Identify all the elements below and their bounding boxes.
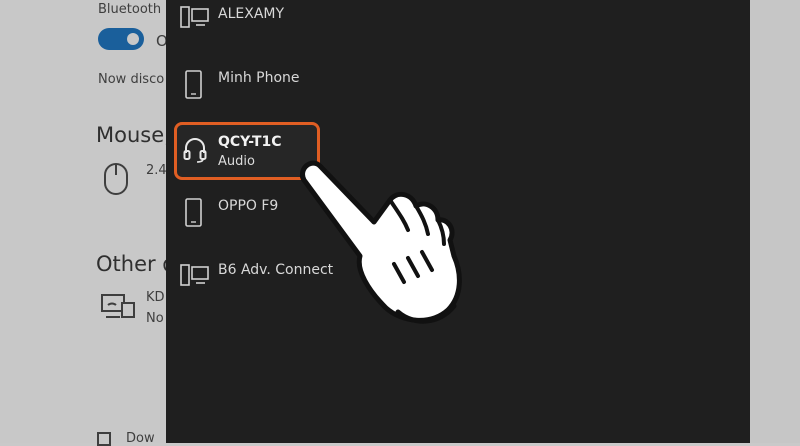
headphones-icon [183, 138, 207, 163]
kd-device-label: KD [146, 290, 165, 305]
wireless-display-icon [101, 294, 135, 318]
mouse-detail-text: 2.4 [146, 163, 167, 178]
kd-device-status: No [146, 311, 164, 326]
device-name: QCY-T1C [218, 134, 282, 150]
computer-icon [180, 6, 209, 28]
bluetooth-toggle[interactable] [98, 28, 144, 50]
bottom-checkbox[interactable] [97, 432, 111, 446]
bottom-checkbox-label: Dow [126, 431, 155, 446]
device-name: ALEXAMY [218, 6, 285, 22]
device-name: OPPO F9 [218, 198, 279, 214]
device-name: Minh Phone [218, 70, 300, 86]
device-item-alexamy[interactable]: ALEXAMY [166, 6, 566, 66]
toggle-knob [127, 33, 139, 45]
right-background-strip [750, 0, 800, 443]
bluetooth-label: Bluetooth [98, 2, 162, 17]
device-item-minh-phone[interactable]: Minh Phone [166, 70, 566, 130]
computer-icon [180, 264, 209, 286]
pointing-hand-icon [300, 160, 462, 324]
device-type-label: Audio [218, 154, 255, 169]
mouse-section-heading: Mouse, [96, 123, 171, 147]
mouse-icon [104, 163, 128, 195]
discoverable-text: Now disco [98, 72, 165, 87]
other-devices-heading: Other d [96, 252, 176, 276]
phone-icon [185, 198, 202, 227]
phone-icon [185, 70, 202, 99]
